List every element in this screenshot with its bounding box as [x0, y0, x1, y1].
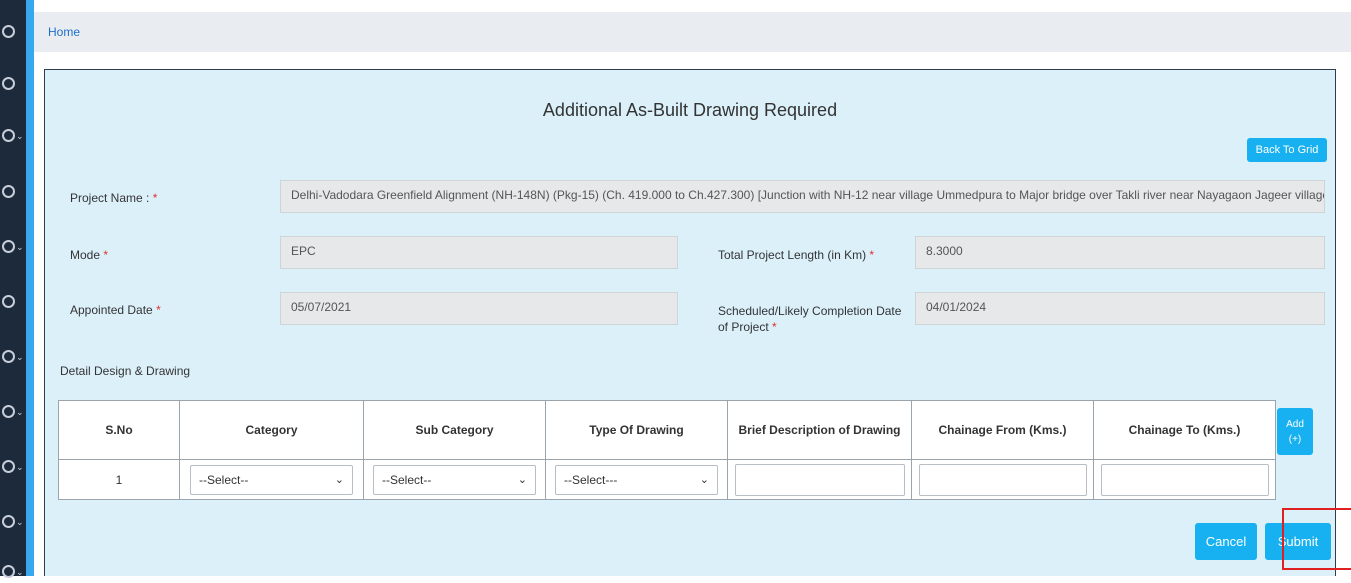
- project-name-label: Project Name : *: [70, 191, 158, 205]
- table-header-row: S.No Category Sub Category Type Of Drawi…: [58, 400, 1276, 460]
- sidebar-gear-icon-3[interactable]: ⌄: [2, 124, 24, 146]
- sidebar-gear-icon-11[interactable]: ⌄: [2, 560, 24, 582]
- sub-category-select[interactable]: --Select-- ⌄: [373, 464, 536, 495]
- header-chainage-to: Chainage To (Kms.): [1093, 400, 1276, 460]
- completion-date-field: 04/01/2024: [915, 292, 1325, 325]
- header-chainage-from: Chainage From (Kms.): [911, 400, 1094, 460]
- sidebar-gear-icon-7[interactable]: ⌄: [2, 345, 24, 367]
- mode-field: EPC: [280, 236, 678, 269]
- chevron-down-icon: ⌄: [16, 406, 24, 417]
- sidebar: ⌄ ⌄ ⌄ ⌄ ⌄ ⌄ ⌄: [0, 0, 26, 579]
- sidebar-gear-icon-2[interactable]: [2, 72, 24, 94]
- section-title: Detail Design & Drawing: [60, 364, 191, 378]
- sidebar-gear-icon-5[interactable]: ⌄: [2, 235, 24, 257]
- chevron-down-icon: ⌄: [517, 473, 527, 486]
- breadcrumb-home-link[interactable]: Home: [48, 25, 80, 39]
- page-title: Additional As-Built Drawing Required: [542, 100, 838, 120]
- completion-date-label: Scheduled/Likely Completion Date of Proje…: [718, 304, 902, 334]
- category-select[interactable]: --Select-- ⌄: [190, 464, 353, 495]
- chainage-to-input[interactable]: [1100, 463, 1269, 496]
- header-sno: S.No: [58, 400, 180, 460]
- total-length-label: Total Project Length (in Km) *: [718, 248, 875, 262]
- chevron-down-icon: ⌄: [699, 473, 709, 486]
- total-length-field: 8.3000: [915, 236, 1325, 269]
- highlight-box: [1282, 508, 1351, 570]
- sidebar-accent-strip: [26, 0, 34, 576]
- description-input[interactable]: [734, 463, 905, 496]
- chevron-down-icon: ⌄: [16, 516, 24, 527]
- cancel-button[interactable]: Cancel: [1195, 523, 1257, 560]
- header-description: Brief Description of Drawing: [727, 400, 912, 460]
- drawing-table: S.No Category Sub Category Type Of Drawi…: [58, 400, 1276, 500]
- breadcrumb: Home: [34, 12, 1351, 52]
- sidebar-gear-icon-10[interactable]: ⌄: [2, 510, 24, 532]
- table-row: 1 --Select-- ⌄ --Select-- ⌄ --Select--- ⌄: [58, 459, 1276, 500]
- mode-label: Mode *: [70, 248, 109, 262]
- chevron-down-icon: ⌄: [16, 130, 24, 141]
- sidebar-gear-icon-9[interactable]: ⌄: [2, 455, 24, 477]
- sidebar-gear-icon-8[interactable]: ⌄: [2, 400, 24, 422]
- chevron-down-icon: ⌄: [16, 566, 24, 577]
- project-name-field: Delhi-Vadodara Greenfield Alignment (NH-…: [280, 180, 1325, 213]
- add-row-button[interactable]: Add (+): [1277, 408, 1313, 455]
- header-type-of-drawing: Type Of Drawing: [545, 400, 728, 460]
- chevron-down-icon: ⌄: [16, 241, 24, 252]
- form-panel: Additional As-Built Drawing Required Bac…: [44, 69, 1336, 576]
- chevron-down-icon: ⌄: [16, 461, 24, 472]
- chevron-down-icon: ⌄: [334, 473, 344, 486]
- header-sub-category: Sub Category: [363, 400, 546, 460]
- cell-sno: 1: [58, 459, 180, 500]
- sidebar-gear-icon-6[interactable]: [2, 290, 24, 312]
- appointed-date-label: Appointed Date *: [70, 303, 161, 317]
- appointed-date-field: 05/07/2021: [280, 292, 678, 325]
- sidebar-gear-icon-1[interactable]: [2, 20, 24, 42]
- header-category: Category: [179, 400, 364, 460]
- back-to-grid-button[interactable]: Back To Grid: [1247, 138, 1327, 162]
- chevron-down-icon: ⌄: [16, 351, 24, 362]
- chainage-from-input[interactable]: [918, 463, 1087, 496]
- type-of-drawing-select[interactable]: --Select--- ⌄: [555, 464, 718, 495]
- sidebar-gear-icon-4[interactable]: [2, 180, 24, 202]
